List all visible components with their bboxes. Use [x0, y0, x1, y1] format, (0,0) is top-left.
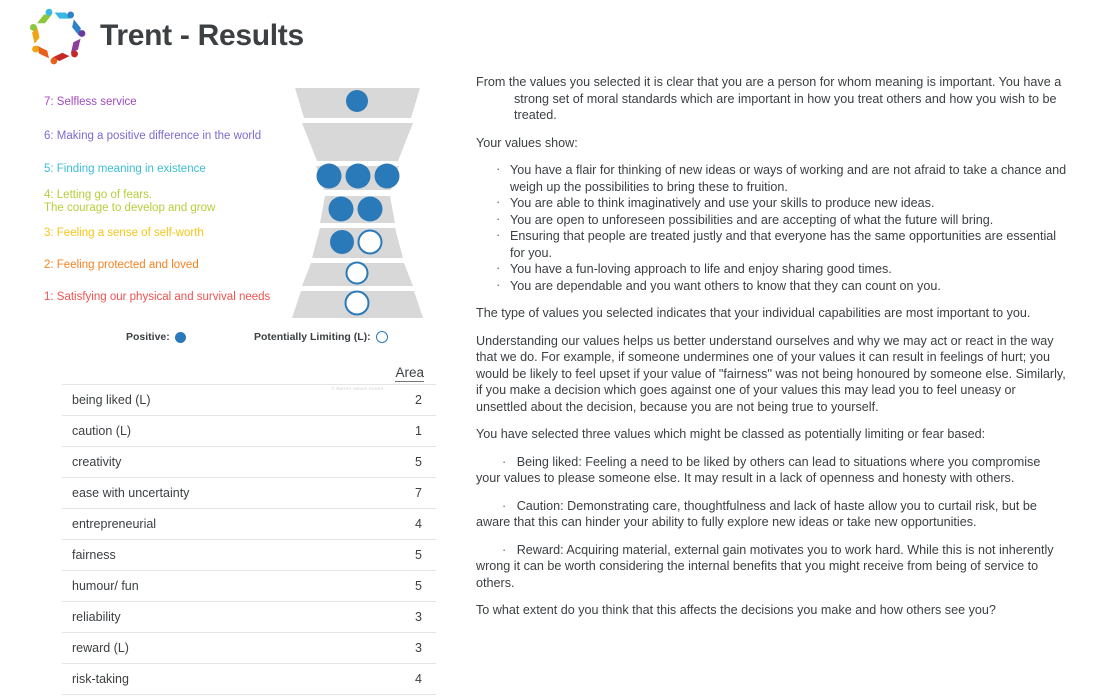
table-cell-area: 7	[345, 477, 436, 509]
limiting-value-item: Caution: Demonstrating care, thoughtfuln…	[476, 498, 1068, 531]
legend-positive-label: Positive:	[126, 331, 170, 343]
filled-circle-icon	[174, 331, 186, 343]
table-cell-name: reliability	[62, 601, 346, 633]
table-header-row: Area	[62, 365, 436, 385]
limiting-values-list: Being liked: Feeling a need to be liked …	[476, 454, 1068, 592]
list-item: Ensuring that people are treated justly …	[476, 227, 1068, 261]
table-row: reliability 3	[62, 601, 436, 633]
understanding-values-paragraph: Understanding our values helps us better…	[476, 333, 1066, 414]
pyramid-level-4-label: 4: Letting go of fears. The courage to d…	[44, 189, 216, 214]
collaboration-people-circle-logo-icon	[26, 5, 88, 67]
values-show-heading: Your values show:	[476, 135, 578, 150]
table-header-area: Area	[395, 365, 424, 382]
table-cell-name: reward (L)	[62, 632, 346, 664]
page-title: Trent - Results	[100, 19, 304, 52]
legend-item-positive: Positive:	[126, 331, 186, 343]
list-item: You are able to think imaginatively and …	[476, 194, 1068, 212]
pyramid-level-5-label: 5: Finding meaning in existence	[44, 163, 206, 175]
pyramid-level-2-label: 2: Feeling protected and loved	[44, 259, 199, 271]
table-cell-name: risk-taking	[62, 663, 346, 695]
table-cell-area: 2	[345, 384, 436, 416]
type-of-values-paragraph: The type of values you selected indicate…	[476, 306, 1031, 320]
table-row: ease with uncertainty 7	[62, 477, 436, 509]
table-cell-area: 5	[345, 539, 436, 571]
table-row: fairness 5	[62, 539, 436, 571]
list-item: You are dependable and you want others t…	[476, 277, 1068, 295]
table-cell-name: fairness	[62, 539, 346, 571]
table-cell-area: 1	[345, 415, 436, 447]
intro-paragraph: From the values you selected it is clear…	[476, 74, 1068, 124]
results-narrative: From the values you selected it is clear…	[476, 74, 1068, 630]
table-cell-name: caution (L)	[62, 415, 346, 447]
limiting-value-item: Reward: Acquiring material, external gai…	[476, 542, 1068, 592]
intro-line-2: strong set of moral standards which are …	[514, 91, 1057, 123]
legend-item-limiting: Potentially Limiting (L):	[254, 331, 388, 343]
table-cell-name: ease with uncertainty	[62, 477, 346, 509]
values-area-table: Area being liked (L) 2 caution (L) 1 creativ…	[62, 365, 436, 695]
table-row: creativity 5	[62, 446, 436, 478]
table-cell-area: 4	[345, 663, 436, 695]
table-header-name	[62, 365, 346, 385]
values-pyramid-chart: 7: Selfless service 6: Making a positive…	[0, 80, 470, 391]
closing-question: To what extent do you think that this af…	[476, 603, 996, 617]
intro-line-1: From the values you selected it is clear…	[476, 75, 1062, 89]
page-header: Trent - Results	[0, 0, 1110, 72]
table-row: caution (L) 1	[62, 415, 436, 447]
table-cell-area: 5	[345, 570, 436, 602]
pyramid-level-7-label: 7: Selfless service	[44, 96, 137, 108]
table-row: humour/ fun 5	[62, 570, 436, 602]
table-cell-area: 3	[345, 632, 436, 664]
table-cell-area: 5	[345, 446, 436, 478]
table-cell-name: entrepreneurial	[62, 508, 346, 540]
limiting-value-item: Being liked: Feeling a need to be liked …	[476, 454, 1068, 487]
table-cell-area: 3	[345, 601, 436, 633]
table-cell-name: creativity	[62, 446, 346, 478]
table-cell-name: being liked (L)	[62, 384, 346, 416]
pyramid-funnel-graphic	[253, 80, 443, 320]
table-row: entrepreneurial 4	[62, 508, 436, 540]
table-row: being liked (L) 2	[62, 384, 436, 416]
pyramid-level-6-label: 6: Making a positive difference in the w…	[44, 130, 262, 142]
pyramid-level-1-label: 1: Satisfying our physical and survival …	[44, 291, 271, 303]
pyramid-legend: Positive: Potentially Limiting (L):	[0, 328, 470, 352]
table-row: risk-taking 4	[62, 663, 436, 695]
table-cell-name: humour/ fun	[62, 570, 346, 602]
limiting-values-heading: You have selected three values which mig…	[476, 427, 986, 441]
list-item: You have a flair for thinking of new ide…	[476, 161, 1068, 195]
legend-limiting-label: Potentially Limiting (L):	[254, 331, 371, 343]
table-cell-area: 4	[345, 508, 436, 540]
left-column: 7: Selfless service 6: Making a positive…	[0, 80, 470, 695]
pyramid-level-3-label: 3: Feeling a sense of self-worth	[44, 227, 204, 239]
table-row: reward (L) 3	[62, 632, 436, 664]
list-item: You are open to unforeseen possibilities…	[476, 211, 1068, 229]
list-item: You have a fun-loving approach to life a…	[476, 260, 1068, 278]
open-circle-icon	[375, 331, 388, 343]
values-bullet-list: You have a flair for thinking of new ide…	[476, 161, 1068, 295]
